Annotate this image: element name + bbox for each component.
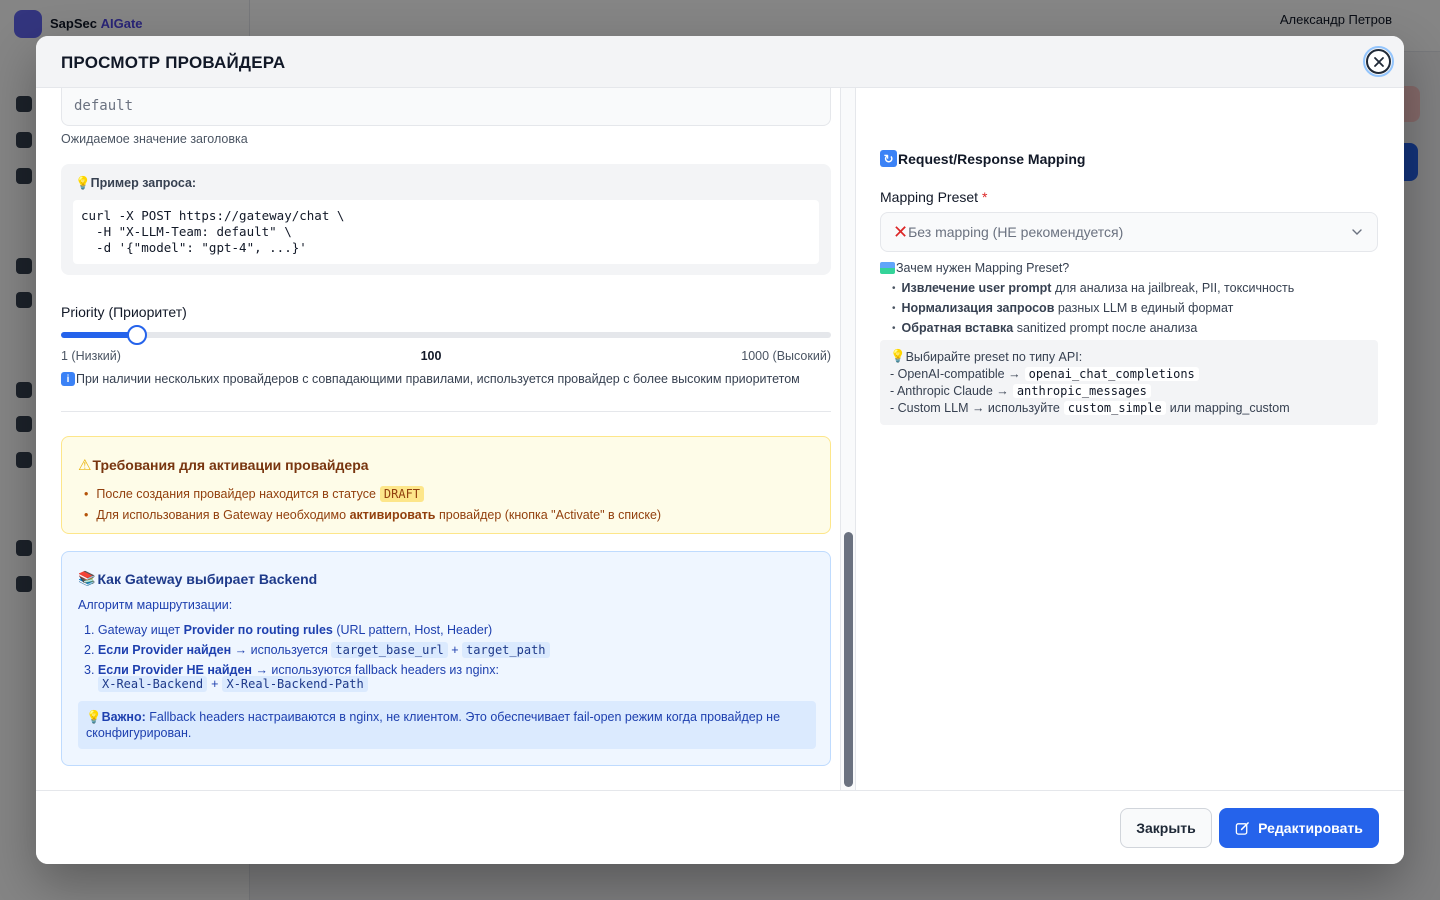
- tip-title: 💡 Выбирайте preset по типу API:: [890, 349, 1083, 364]
- edit-button[interactable]: Редактировать: [1219, 808, 1379, 848]
- routing-info-box: 📚 Как Gateway выбирает Backend Алгоритм м…: [61, 551, 831, 766]
- preset-label: Mapping Preset *: [880, 189, 988, 205]
- warning-list: После создания провайдер находится в ста…: [84, 483, 661, 525]
- list-item: 1. Gateway ищет Provider по routing rule…: [84, 623, 493, 637]
- scrollbar[interactable]: [840, 88, 856, 790]
- slider-track: [61, 332, 831, 338]
- left-column-scroll[interactable]: default Ожидаемое значение заголовка 💡Пр…: [61, 88, 831, 790]
- warning-title: ⚠ Требования для активации провайдера: [78, 457, 369, 474]
- important-note: 💡Важно: Fallback headers настраиваются в…: [78, 701, 816, 749]
- cross-mark-icon: ✕: [893, 222, 909, 242]
- why-title: Зачем нужен Mapping Preset?: [880, 261, 1069, 275]
- right-column: ↻ Request/Response Mapping Mapping Preset…: [880, 88, 1380, 790]
- edit-icon: [1235, 821, 1250, 835]
- modal-title: ПРОСМОТР ПРОВАЙДЕРА: [61, 53, 286, 72]
- tip-line: - OpenAI-compatible → openai_chat_complet…: [890, 365, 1368, 382]
- modal-header: ПРОСМОТР ПРОВАЙДЕРА: [36, 36, 1404, 88]
- routing-steps: 1. Gateway ищет Provider по routing rule…: [84, 620, 550, 680]
- example-title: 💡Пример запроса:: [75, 176, 197, 190]
- close-icon-button[interactable]: [1363, 46, 1394, 77]
- slider-fill: [61, 332, 138, 338]
- list-item: Обратная вставка sanitized prompt после …: [892, 318, 1294, 338]
- mapping-title: ↻ Request/Response Mapping: [880, 150, 1085, 167]
- routing-algo-label: Алгоритм маршрутизации:: [78, 598, 233, 612]
- refresh-icon: ↻: [880, 150, 897, 167]
- priority-value: 100: [420, 349, 442, 363]
- map-icon: [880, 262, 895, 274]
- lightbulb-icon: 💡: [75, 176, 91, 190]
- header-value-input[interactable]: default: [61, 88, 831, 126]
- status-badge: DRAFT: [379, 485, 425, 502]
- example-code: curl -X POST https://gateway/chat \ -H "…: [73, 200, 819, 264]
- info-icon: i: [61, 372, 75, 386]
- priority-max-label: 1000 (Высокий): [741, 349, 831, 363]
- list-item: 2. Если Provider найден → используется t…: [84, 640, 550, 660]
- books-icon: 📚: [78, 570, 96, 586]
- slider-thumb[interactable]: [127, 325, 148, 345]
- divider: [61, 411, 831, 412]
- routing-title: 📚 Как Gateway выбирает Backend: [78, 570, 318, 587]
- lightbulb-icon: 💡: [890, 349, 906, 363]
- warning-icon: ⚠: [78, 457, 92, 474]
- request-example-box: 💡Пример запроса: curl -X POST https://ga…: [61, 164, 831, 275]
- chevron-down-icon: [1352, 229, 1362, 235]
- close-button[interactable]: Закрыть: [1120, 808, 1212, 848]
- modal-footer: Закрыть Редактировать: [36, 790, 1404, 864]
- scrollbar-thumb[interactable]: [844, 532, 853, 787]
- list-item: После создания провайдер находится в ста…: [84, 483, 661, 504]
- lightbulb-icon: 💡: [86, 710, 102, 724]
- mapping-preset-select[interactable]: ✕ Без mapping (НЕ рекомендуется): [880, 212, 1378, 252]
- priority-label: Priority (Приоритет): [61, 304, 187, 320]
- priority-slider[interactable]: [61, 324, 831, 346]
- provider-view-modal: ПРОСМОТР ПРОВАЙДЕРА default Ожидаемое зн…: [36, 36, 1404, 864]
- list-item: Для использования в Gateway необходимо а…: [84, 504, 661, 525]
- preset-tip-box: 💡 Выбирайте preset по типу API: - OpenAI-…: [880, 340, 1378, 425]
- close-icon: [1373, 56, 1384, 67]
- why-list: Извлечение user prompt для анализа на ja…: [892, 278, 1295, 338]
- fallback-headers: X-Real-Backend + X-Real-Backend-Path: [98, 676, 368, 692]
- tip-line: - Custom LLM → используйте custom_simple и…: [890, 400, 1290, 415]
- edit-button-label: Редактировать: [1258, 820, 1363, 836]
- tip-line: - Anthropic Claude → anthropic_messages: [890, 382, 1368, 399]
- modal-body: default Ожидаемое значение заголовка 💡Пр…: [36, 88, 1404, 790]
- header-value-hint: Ожидаемое значение заголовка: [61, 132, 248, 146]
- activation-warning-box: ⚠Требования для активации провайдера Пос…: [61, 436, 831, 534]
- priority-info: i При наличии нескольких провайдеров с со…: [61, 372, 800, 386]
- list-item: Нормализация запросов разных LLM в едины…: [892, 298, 1294, 318]
- list-item: Извлечение user prompt для анализа на ja…: [892, 278, 1295, 298]
